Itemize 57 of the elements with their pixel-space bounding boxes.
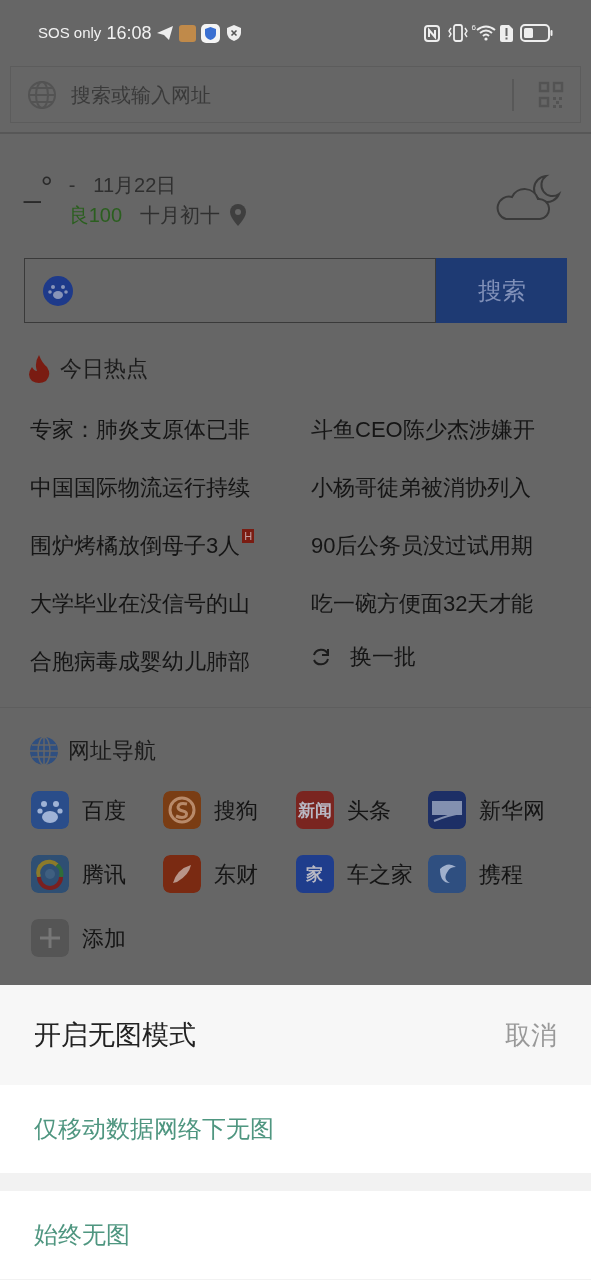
app-notification-icon: [179, 24, 197, 42]
news-headline[interactable]: 大学毕业在没信号的山: [30, 575, 250, 633]
section-title: 今日热点: [60, 355, 148, 383]
plus-icon: [31, 919, 69, 957]
air-quality: 良100: [68, 203, 123, 228]
news-logo-icon: [427, 791, 466, 829]
site-shortcut[interactable]: 东财: [163, 855, 296, 893]
flame-icon: [28, 354, 50, 383]
sheet-title: 开启无图模式: [34, 1018, 196, 1052]
shield-icon: [201, 23, 221, 43]
section-title: 网址导航: [68, 737, 156, 765]
site-shortcut[interactable]: 新闻 头条: [295, 791, 428, 829]
wifi-band-label: 6: [471, 22, 476, 34]
site-shortcut[interactable]: 腾讯: [31, 855, 164, 893]
carrier-text: SOS only: [38, 22, 102, 43]
paper-plane-icon: [157, 26, 174, 40]
news-headline[interactable]: 90后公务员没过试用期: [311, 517, 534, 575]
news-headline[interactable]: 中国国际物流运行持续: [30, 459, 250, 517]
site-shortcut[interactable]: 添加: [31, 919, 164, 957]
wifi-icon: [476, 25, 496, 41]
sheet-option[interactable]: 仅移动数据网络下无图: [0, 1085, 591, 1173]
app-logo-icon: 家: [295, 855, 334, 893]
site-shortcut[interactable]: 搜狗: [163, 791, 296, 829]
news-headline[interactable]: 专家：肺炎支原体已非: [30, 401, 250, 459]
news-headline[interactable]: 合胞病毒成婴幼儿肺部: [30, 633, 250, 691]
sheet-option[interactable]: 始终无图: [0, 1191, 591, 1279]
date-separator: -: [68, 173, 76, 198]
site-shortcut[interactable]: 新华网: [427, 791, 560, 829]
site-shortcut[interactable]: 携程: [427, 855, 560, 893]
paw-icon: [43, 275, 73, 306]
vibrate-icon: [447, 24, 468, 42]
app-logo-icon: 新闻: [295, 791, 334, 829]
paw-icon: [31, 791, 69, 829]
s-logo-icon: [163, 791, 202, 829]
temperature: _°: [24, 172, 53, 202]
news-headline[interactable]: 斗鱼CEO陈少杰涉嫌开: [311, 401, 535, 459]
location-pin-icon[interactable]: [230, 204, 247, 226]
nfc-icon: [423, 24, 440, 42]
site-shortcut[interactable]: 家 车之家: [295, 855, 428, 893]
ring-logo-icon: [31, 855, 69, 893]
cancel-button[interactable]: 取消: [505, 1015, 557, 1055]
dolphin-logo-icon: [427, 855, 466, 893]
globe-icon: [30, 736, 58, 765]
clock: 16:08: [106, 21, 152, 45]
battery-icon: [520, 24, 553, 42]
news-headline[interactable]: 吃一碗方便面32天才能: [311, 575, 534, 633]
feather-logo-icon: [163, 855, 202, 893]
search-field[interactable]: [24, 258, 436, 323]
shield-close-icon: [227, 25, 242, 41]
refresh-button[interactable]: 换一批: [311, 633, 561, 681]
search-button[interactable]: 搜索: [436, 258, 567, 323]
news-headline[interactable]: 围炉烤橘放倒母子3人: [30, 517, 241, 575]
refresh-icon: [311, 647, 331, 667]
site-shortcut[interactable]: 百度: [31, 791, 164, 829]
sim-alert-icon: [500, 24, 513, 42]
hot-badge: H: [242, 529, 255, 543]
news-headline[interactable]: 小杨哥徒弟被消协列入: [311, 459, 531, 517]
